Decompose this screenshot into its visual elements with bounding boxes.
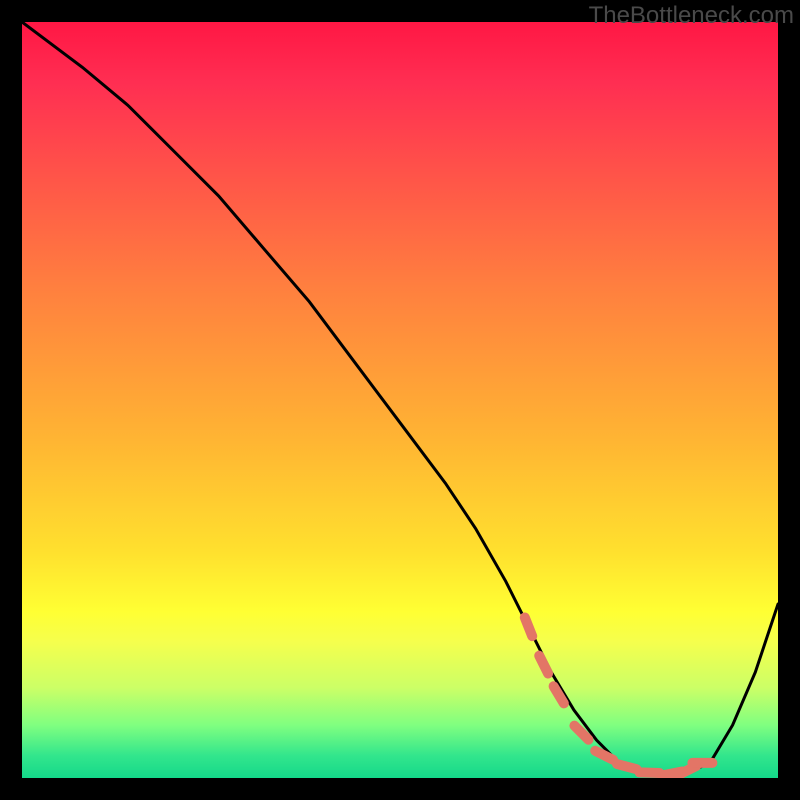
optimal-marker [617, 764, 636, 769]
optimal-marker [539, 656, 548, 674]
chart-plot-area [22, 22, 778, 778]
optimal-marker [525, 618, 532, 637]
bottleneck-curve [22, 22, 778, 774]
chart-curve-layer [22, 22, 778, 778]
optimal-marker [640, 772, 660, 773]
watermark-text: TheBottleneck.com [589, 2, 794, 30]
optimal-range-markers [525, 618, 713, 776]
